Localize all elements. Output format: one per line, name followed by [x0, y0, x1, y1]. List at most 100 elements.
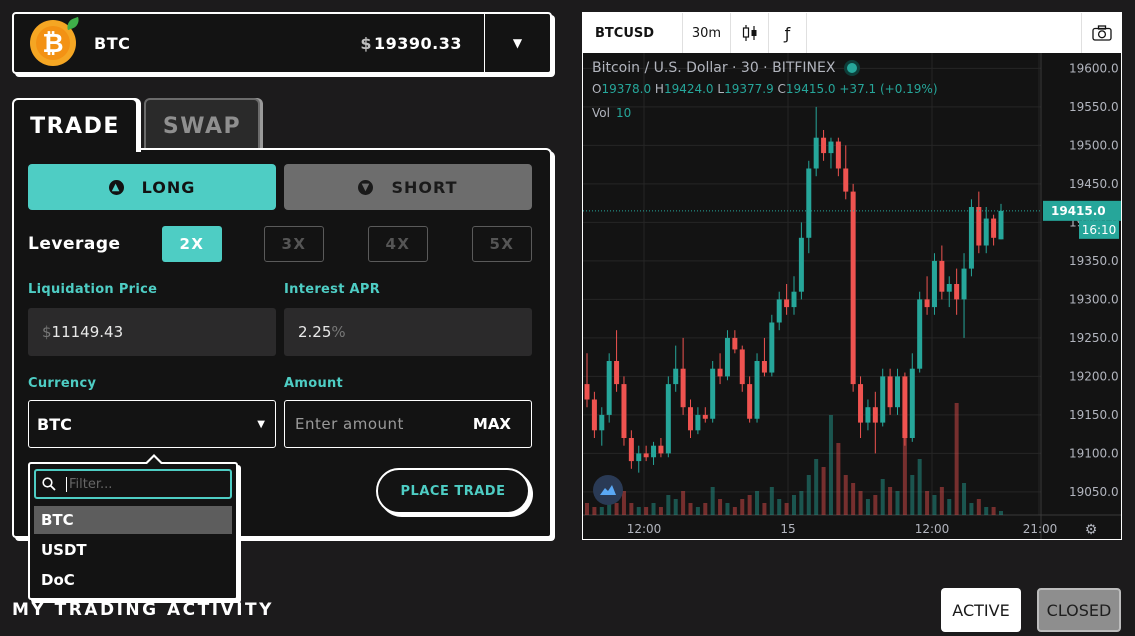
- volume-bar: [629, 503, 634, 515]
- asset-dropdown-toggle[interactable]: ▼: [484, 14, 550, 72]
- candle-body: [931, 260, 937, 308]
- volume-bar: [880, 479, 885, 515]
- dropdown-option-btc[interactable]: BTC: [34, 506, 232, 534]
- volume-bar: [828, 415, 833, 515]
- asset-selector-bar: ₿ BTC $19390.33 ▼: [12, 12, 552, 74]
- place-trade-button[interactable]: PLACE TRADE: [376, 468, 530, 514]
- leverage-option-5x[interactable]: 5X: [472, 226, 532, 262]
- volume-bar: [947, 499, 952, 515]
- fx-icon[interactable]: ƒ: [769, 13, 807, 53]
- currency-selected-value: BTC: [37, 414, 72, 434]
- volume-bar: [681, 491, 686, 515]
- close-value: 19415.0: [785, 82, 836, 96]
- candle-body: [621, 384, 627, 438]
- volume-bar: [673, 499, 678, 515]
- volume-bar: [843, 475, 848, 515]
- tab-trade[interactable]: TRADE: [12, 98, 138, 152]
- last-price-label: 19415.0: [1051, 204, 1106, 218]
- change-value: +37.1 (+0.19%): [839, 82, 938, 96]
- volume-bar: [999, 511, 1003, 515]
- volume-bar: [784, 503, 789, 515]
- candle-body: [917, 299, 923, 369]
- candle-body: [954, 284, 960, 300]
- tab-swap[interactable]: SWAP: [144, 98, 260, 152]
- candle-body: [665, 384, 671, 454]
- candle-body: [747, 384, 753, 419]
- candle-body: [761, 361, 767, 373]
- dropdown-option-doc[interactable]: DoC: [34, 566, 232, 594]
- volume-bar: [703, 503, 708, 515]
- x-tick-label: 12:00: [627, 522, 662, 536]
- y-tick-label: 19600.0: [1069, 61, 1119, 75]
- currency-select[interactable]: BTC ▼: [28, 400, 276, 448]
- x-tick-label: 21:00: [1023, 522, 1058, 536]
- x-tick-label: 15: [780, 522, 795, 536]
- volume-bar: [888, 487, 893, 515]
- max-button[interactable]: MAX: [473, 415, 511, 433]
- volume-bar: [821, 467, 826, 515]
- arrow-down-circle-icon: ▼: [358, 179, 374, 195]
- volume-bar: [725, 503, 730, 515]
- candle-body: [769, 322, 775, 373]
- interest-apr-field: 2.25%: [284, 308, 532, 356]
- btc-glyph: ₿: [42, 28, 64, 59]
- volume-bar: [925, 491, 930, 515]
- candle-body: [599, 414, 605, 431]
- low-value: 19377.9: [724, 82, 774, 96]
- tradingview-logo-icon[interactable]: [593, 475, 623, 505]
- candle-body: [983, 218, 989, 246]
- liquidation-value: 11149.43: [51, 323, 124, 341]
- candle-body: [791, 291, 797, 308]
- filter-input[interactable]: [66, 476, 216, 492]
- leverage-label: Leverage: [28, 234, 121, 254]
- amount-input[interactable]: [295, 415, 455, 433]
- volume-bar: [984, 507, 989, 515]
- volume-bar: [799, 491, 804, 515]
- volume-bar: [873, 495, 878, 515]
- candlestick-chart[interactable]: 19600.019550.019500.019450.019400.019350…: [583, 53, 1121, 539]
- leverage-option-3x[interactable]: 3X: [264, 226, 324, 262]
- leverage-option-2x[interactable]: 2X: [162, 226, 222, 262]
- y-tick-label: 19550.0: [1069, 100, 1119, 114]
- candle-body: [998, 210, 1004, 240]
- high-value: 19424.0: [663, 82, 714, 96]
- candle-body: [724, 337, 730, 377]
- candle-body: [688, 407, 693, 431]
- interest-unit: %: [331, 323, 346, 341]
- asset-price: $19390.33: [360, 34, 462, 53]
- chart-symbol-button[interactable]: BTCUSD: [583, 13, 683, 53]
- candle-body: [976, 207, 982, 246]
- volume-bar: [895, 491, 900, 515]
- closed-tab-button[interactable]: CLOSED: [1037, 588, 1121, 632]
- activity-title: MY TRADING ACTIVITY: [12, 600, 274, 620]
- coin-leaf-decoration: [64, 16, 82, 31]
- chart-title-text: Bitcoin / U.S. Dollar · 30 · BITFINEX: [592, 60, 836, 76]
- candle-body: [702, 414, 708, 419]
- dropdown-option-usdt[interactable]: USDT: [34, 536, 232, 564]
- volume-bar: [969, 503, 974, 515]
- volume-bar: [732, 507, 737, 515]
- volume-bar: [762, 503, 767, 515]
- volume-bar: [836, 443, 841, 515]
- candle-body: [732, 337, 738, 350]
- long-button[interactable]: ▲ LONG: [28, 164, 276, 210]
- y-tick-label: 19250.0: [1069, 331, 1119, 345]
- liquidation-price-field: $11149.43: [28, 308, 276, 356]
- liquidation-currency: $: [42, 323, 52, 341]
- candle-body: [739, 349, 745, 385]
- active-tab-button[interactable]: ACTIVE: [941, 588, 1021, 632]
- camera-icon[interactable]: [1081, 13, 1121, 53]
- volume-bar: [806, 475, 811, 515]
- volume-bar: [666, 495, 671, 515]
- candle-body: [584, 384, 590, 400]
- leverage-option-4x[interactable]: 4X: [368, 226, 428, 262]
- price-currency-symbol: $: [360, 33, 372, 53]
- price-chart-widget: BTCUSD 30m ƒ 19600.0 19550.0 19500.0 19450.…: [582, 12, 1122, 540]
- chart-interval-button[interactable]: 30m: [683, 13, 731, 53]
- volume-bar: [651, 503, 656, 515]
- arrow-up-circle-icon: ▲: [108, 179, 124, 195]
- high-label: H: [654, 82, 664, 96]
- short-button[interactable]: ▼ SHORT: [284, 164, 532, 210]
- y-tick-label: 19050.0: [1069, 485, 1119, 499]
- candlestick-icon[interactable]: [731, 13, 769, 53]
